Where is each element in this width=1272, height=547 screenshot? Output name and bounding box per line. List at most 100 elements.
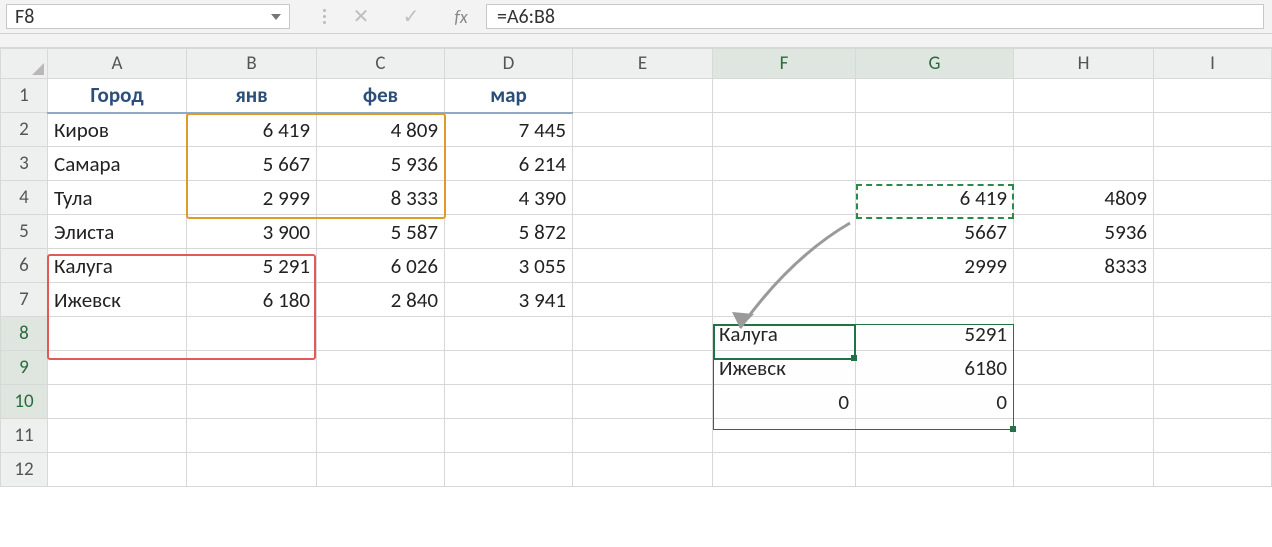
cell-F3[interactable] bbox=[713, 147, 856, 181]
col-head-B[interactable]: B bbox=[187, 49, 317, 79]
row-head-1[interactable]: 1 bbox=[1, 79, 48, 113]
cell-C1[interactable]: фев bbox=[317, 79, 445, 113]
cell-D12[interactable] bbox=[445, 453, 573, 487]
cell-C6[interactable]: 6 026 bbox=[317, 249, 445, 283]
select-all-corner[interactable] bbox=[1, 49, 48, 79]
col-head-A[interactable]: A bbox=[48, 49, 187, 79]
cell-A2[interactable]: Киров bbox=[48, 113, 187, 147]
cell-I7[interactable] bbox=[1154, 283, 1272, 317]
cell-A10[interactable] bbox=[48, 385, 187, 419]
row-head-6[interactable]: 6 bbox=[1, 249, 48, 283]
cell-B8[interactable] bbox=[187, 317, 317, 351]
cell-F1[interactable] bbox=[713, 79, 856, 113]
fx-button[interactable]: fx bbox=[436, 0, 486, 33]
row-head-12[interactable]: 12 bbox=[1, 453, 48, 487]
cell-E4[interactable] bbox=[573, 181, 713, 215]
cell-H3[interactable] bbox=[1014, 147, 1154, 181]
cell-G5[interactable]: 5667 bbox=[856, 215, 1014, 249]
cell-D4[interactable]: 4 390 bbox=[445, 181, 573, 215]
cell-F12[interactable] bbox=[713, 453, 856, 487]
cell-A1[interactable]: Город bbox=[48, 79, 187, 113]
cell-H11[interactable] bbox=[1014, 419, 1154, 453]
col-head-G[interactable]: G bbox=[856, 49, 1014, 79]
cell-E2[interactable] bbox=[573, 113, 713, 147]
col-head-H[interactable]: H bbox=[1014, 49, 1154, 79]
cell-C3[interactable]: 5 936 bbox=[317, 147, 445, 181]
cell-D11[interactable] bbox=[445, 419, 573, 453]
formula-input[interactable]: =A6:B8 bbox=[486, 4, 1264, 29]
cell-D2[interactable]: 7 445 bbox=[445, 113, 573, 147]
row-head-7[interactable]: 7 bbox=[1, 283, 48, 317]
cancel-button[interactable]: ✕ bbox=[336, 0, 386, 33]
cell-E6[interactable] bbox=[573, 249, 713, 283]
cell-B4[interactable]: 2 999 bbox=[187, 181, 317, 215]
cell-C10[interactable] bbox=[317, 385, 445, 419]
cell-B5[interactable]: 3 900 bbox=[187, 215, 317, 249]
cell-I4[interactable] bbox=[1154, 181, 1272, 215]
cell-D7[interactable]: 3 941 bbox=[445, 283, 573, 317]
cell-F2[interactable] bbox=[713, 113, 856, 147]
cell-H6[interactable]: 8333 bbox=[1014, 249, 1154, 283]
cell-E7[interactable] bbox=[573, 283, 713, 317]
col-head-E[interactable]: E bbox=[573, 49, 713, 79]
cell-C5[interactable]: 5 587 bbox=[317, 215, 445, 249]
cell-G12[interactable] bbox=[856, 453, 1014, 487]
cell-G2[interactable] bbox=[856, 113, 1014, 147]
cell-D6[interactable]: 3 055 bbox=[445, 249, 573, 283]
cell-A12[interactable] bbox=[48, 453, 187, 487]
cell-C11[interactable] bbox=[317, 419, 445, 453]
col-head-D[interactable]: D bbox=[445, 49, 573, 79]
cell-I3[interactable] bbox=[1154, 147, 1272, 181]
cell-D8[interactable] bbox=[445, 317, 573, 351]
cell-H7[interactable] bbox=[1014, 283, 1154, 317]
cell-D5[interactable]: 5 872 bbox=[445, 215, 573, 249]
cell-A4[interactable]: Тула bbox=[48, 181, 187, 215]
cell-I1[interactable] bbox=[1154, 79, 1272, 113]
cell-D1[interactable]: мар bbox=[445, 79, 573, 113]
cell-F5[interactable] bbox=[713, 215, 856, 249]
cell-A6[interactable]: Калуга bbox=[48, 249, 187, 283]
cell-B3[interactable]: 5 667 bbox=[187, 147, 317, 181]
cell-H2[interactable] bbox=[1014, 113, 1154, 147]
col-head-F[interactable]: F bbox=[713, 49, 856, 79]
cell-H10[interactable] bbox=[1014, 385, 1154, 419]
cell-G8[interactable]: 5291 bbox=[856, 317, 1014, 351]
cell-D3[interactable]: 6 214 bbox=[445, 147, 573, 181]
row-head-2[interactable]: 2 bbox=[1, 113, 48, 147]
name-box[interactable]: F8 bbox=[6, 4, 290, 29]
cell-I11[interactable] bbox=[1154, 419, 1272, 453]
cell-A8[interactable] bbox=[48, 317, 187, 351]
cell-G4[interactable]: 6 419 bbox=[856, 181, 1014, 215]
cell-F4[interactable] bbox=[713, 181, 856, 215]
cell-I5[interactable] bbox=[1154, 215, 1272, 249]
cell-G7[interactable] bbox=[856, 283, 1014, 317]
cell-H12[interactable] bbox=[1014, 453, 1154, 487]
cell-F9[interactable]: Ижевск bbox=[713, 351, 856, 385]
row-head-5[interactable]: 5 bbox=[1, 215, 48, 249]
cell-E5[interactable] bbox=[573, 215, 713, 249]
row-head-4[interactable]: 4 bbox=[1, 181, 48, 215]
cell-E10[interactable] bbox=[573, 385, 713, 419]
cell-B9[interactable] bbox=[187, 351, 317, 385]
cell-C12[interactable] bbox=[317, 453, 445, 487]
cell-B11[interactable] bbox=[187, 419, 317, 453]
cell-G3[interactable] bbox=[856, 147, 1014, 181]
row-head-3[interactable]: 3 bbox=[1, 147, 48, 181]
cell-B10[interactable] bbox=[187, 385, 317, 419]
row-head-8[interactable]: 8 bbox=[1, 317, 48, 351]
cell-F8[interactable]: Калуга bbox=[713, 317, 856, 351]
cell-B12[interactable] bbox=[187, 453, 317, 487]
cell-E9[interactable] bbox=[573, 351, 713, 385]
cell-A11[interactable] bbox=[48, 419, 187, 453]
cell-E12[interactable] bbox=[573, 453, 713, 487]
cell-G10[interactable]: 0 bbox=[856, 385, 1014, 419]
col-head-C[interactable]: C bbox=[317, 49, 445, 79]
cell-F7[interactable] bbox=[713, 283, 856, 317]
cell-H8[interactable] bbox=[1014, 317, 1154, 351]
row-head-11[interactable]: 11 bbox=[1, 419, 48, 453]
cell-E8[interactable] bbox=[573, 317, 713, 351]
cell-A3[interactable]: Самара bbox=[48, 147, 187, 181]
cell-A9[interactable] bbox=[48, 351, 187, 385]
row-head-9[interactable]: 9 bbox=[1, 351, 48, 385]
cell-D9[interactable] bbox=[445, 351, 573, 385]
